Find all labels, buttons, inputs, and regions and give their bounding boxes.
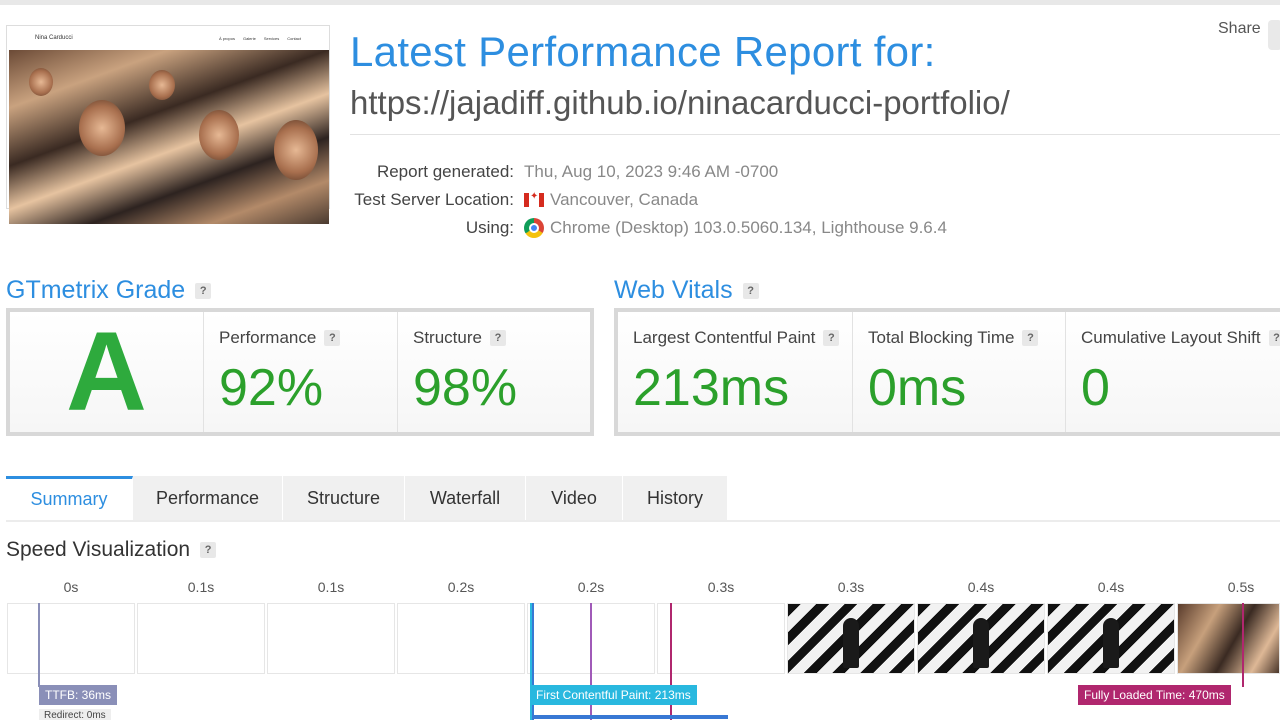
gtmetrix-grade-card: A Performance ? 92% Structure ? 98%: [6, 308, 594, 436]
filmstrip-frame[interactable]: [1047, 603, 1175, 674]
frame-time-label: 0.3s: [707, 579, 735, 595]
cls-value: 0: [1081, 359, 1110, 417]
canada-flag-icon: [524, 191, 544, 207]
gtmetrix-grade-heading: GTmetrix Grade ?: [6, 276, 212, 305]
header-divider: [350, 134, 1280, 135]
meta-row-generated: Report generated: Thu, Aug 10, 2023 9:46…: [340, 158, 947, 186]
share-button[interactable]: Share: [1218, 20, 1261, 38]
tbt-value: 0ms: [868, 359, 967, 417]
lcp-label: Largest Contentful Paint ?: [633, 328, 840, 348]
help-icon[interactable]: ?: [195, 282, 212, 299]
performance-label: Performance ?: [219, 328, 341, 348]
location-label: Test Server Location:: [354, 190, 514, 209]
thumbnail-nav-link: Contact: [287, 35, 301, 41]
thumbnail-nav-link: À propos: [218, 35, 235, 41]
report-tabs: Summary Performance Structure Waterfall …: [6, 476, 1280, 522]
frame-time-label: 0.4s: [1097, 579, 1125, 595]
using-label: Using:: [465, 218, 514, 237]
share-icon[interactable]: [1268, 20, 1280, 50]
filmstrip-frame[interactable]: [657, 603, 785, 674]
tbt-cell: Total Blocking Time ? 0ms: [853, 312, 1066, 432]
filmstrip-frame[interactable]: [137, 603, 265, 674]
thumbnail-nav-link: Services: [263, 35, 280, 41]
help-icon[interactable]: ?: [200, 542, 217, 558]
performance-cell: Performance ? 92%: [204, 312, 398, 432]
ttfb-marker[interactable]: TTFB: 36ms: [39, 685, 118, 705]
fcp-marker[interactable]: First Contentful Paint: 213ms: [530, 685, 697, 705]
performance-value: 92%: [219, 359, 324, 417]
fully-loaded-line: [1242, 603, 1244, 687]
speed-visualization-title: Speed Visualization: [6, 538, 191, 561]
tab-summary[interactable]: Summary: [6, 476, 133, 520]
page-title: Latest Performance Report for:: [350, 28, 936, 75]
tbt-label: Total Blocking Time ?: [868, 328, 1039, 348]
filmstrip-frame[interactable]: [917, 603, 1045, 674]
speed-visualization-filmstrip: 0s 0.1s 0.1s 0.2s 0.2s 0.3s 0.3s 0.4s 0.…: [6, 576, 1280, 720]
cls-label: Cumulative Layout Shift ?: [1081, 328, 1280, 348]
structure-value: 98%: [413, 359, 518, 417]
web-vitals-card: Largest Contentful Paint ? 213ms Total B…: [614, 308, 1280, 436]
speed-visualization-heading: Speed Visualization ?: [6, 538, 217, 562]
structure-cell: Structure ? 98%: [398, 312, 590, 432]
frame-time-label: 0.2s: [447, 579, 475, 595]
cls-cell: Cumulative Layout Shift ? 0: [1066, 312, 1280, 432]
thumbnail-site-name: Nina Carducci: [35, 35, 73, 41]
thumbnail-nav-links: À propos Galerie Services Contact: [219, 36, 301, 41]
thumbnail-nav: Nina Carducci À propos Galerie Services …: [9, 28, 327, 48]
frame-time-label: 0.4s: [967, 579, 995, 595]
filmstrip-frame[interactable]: [787, 603, 915, 674]
help-icon[interactable]: ?: [742, 282, 759, 299]
filmstrip-frame[interactable]: [7, 603, 135, 674]
frame-time-label: 0s: [63, 579, 79, 595]
fully-loaded-marker[interactable]: Fully Loaded Time: 470ms: [1078, 685, 1231, 705]
filmstrip-frame[interactable]: [397, 603, 525, 674]
frame-time-label: 0.1s: [317, 579, 345, 595]
frame-time-label: 0.2s: [577, 579, 605, 595]
report-url[interactable]: https://jajadiff.github.io/ninacarducci-…: [350, 84, 1010, 122]
frame-time-label: 0.1s: [187, 579, 215, 595]
web-vitals-heading: Web Vitals ?: [614, 276, 759, 305]
lcp-cell: Largest Contentful Paint ? 213ms: [618, 312, 853, 432]
help-icon[interactable]: ?: [823, 330, 840, 346]
tab-waterfall[interactable]: Waterfall: [405, 476, 526, 520]
meta-row-using: Using: Chrome (Desktop) 103.0.5060.134, …: [340, 214, 947, 242]
redirect-marker: Redirect: 0ms: [39, 709, 111, 720]
grade-letter: A: [66, 309, 147, 434]
web-vitals-title: Web Vitals: [614, 276, 733, 304]
report-generated-value: Thu, Aug 10, 2023 9:46 AM -0700: [524, 162, 779, 181]
structure-label: Structure ?: [413, 328, 506, 348]
filmstrip-frame[interactable]: [267, 603, 395, 674]
tab-history[interactable]: History: [623, 476, 728, 520]
help-icon[interactable]: ?: [1268, 330, 1280, 346]
tab-structure[interactable]: Structure: [283, 476, 405, 520]
chrome-icon: [524, 218, 544, 238]
location-value: Vancouver, Canada: [524, 190, 698, 210]
tab-performance[interactable]: Performance: [133, 476, 283, 520]
grade-cell: A: [10, 312, 204, 432]
meta-row-location: Test Server Location: Vancouver, Canada: [340, 186, 947, 214]
gtmetrix-grade-title: GTmetrix Grade: [6, 276, 186, 304]
frame-time-label: 0.5s: [1227, 579, 1255, 595]
using-value: Chrome (Desktop) 103.0.5060.134, Lightho…: [524, 218, 947, 238]
top-border: [0, 0, 1280, 5]
lcp-bar: [532, 715, 728, 719]
tab-video[interactable]: Video: [526, 476, 623, 520]
report-generated-label: Report generated:: [376, 162, 514, 181]
help-icon[interactable]: ?: [489, 330, 506, 346]
report-meta: Report generated: Thu, Aug 10, 2023 9:46…: [340, 158, 947, 242]
help-icon[interactable]: ?: [1022, 330, 1039, 346]
crowd-photo: [9, 50, 329, 224]
site-screenshot-thumbnail[interactable]: Nina Carducci À propos Galerie Services …: [6, 25, 330, 224]
lcp-value: 213ms: [633, 359, 790, 417]
ttfb-line: [38, 603, 40, 687]
filmstrip-frame[interactable]: [1177, 603, 1280, 674]
frame-time-label: 0.3s: [837, 579, 865, 595]
thumbnail-nav-link: Galerie: [242, 35, 256, 41]
help-icon[interactable]: ?: [324, 330, 341, 346]
